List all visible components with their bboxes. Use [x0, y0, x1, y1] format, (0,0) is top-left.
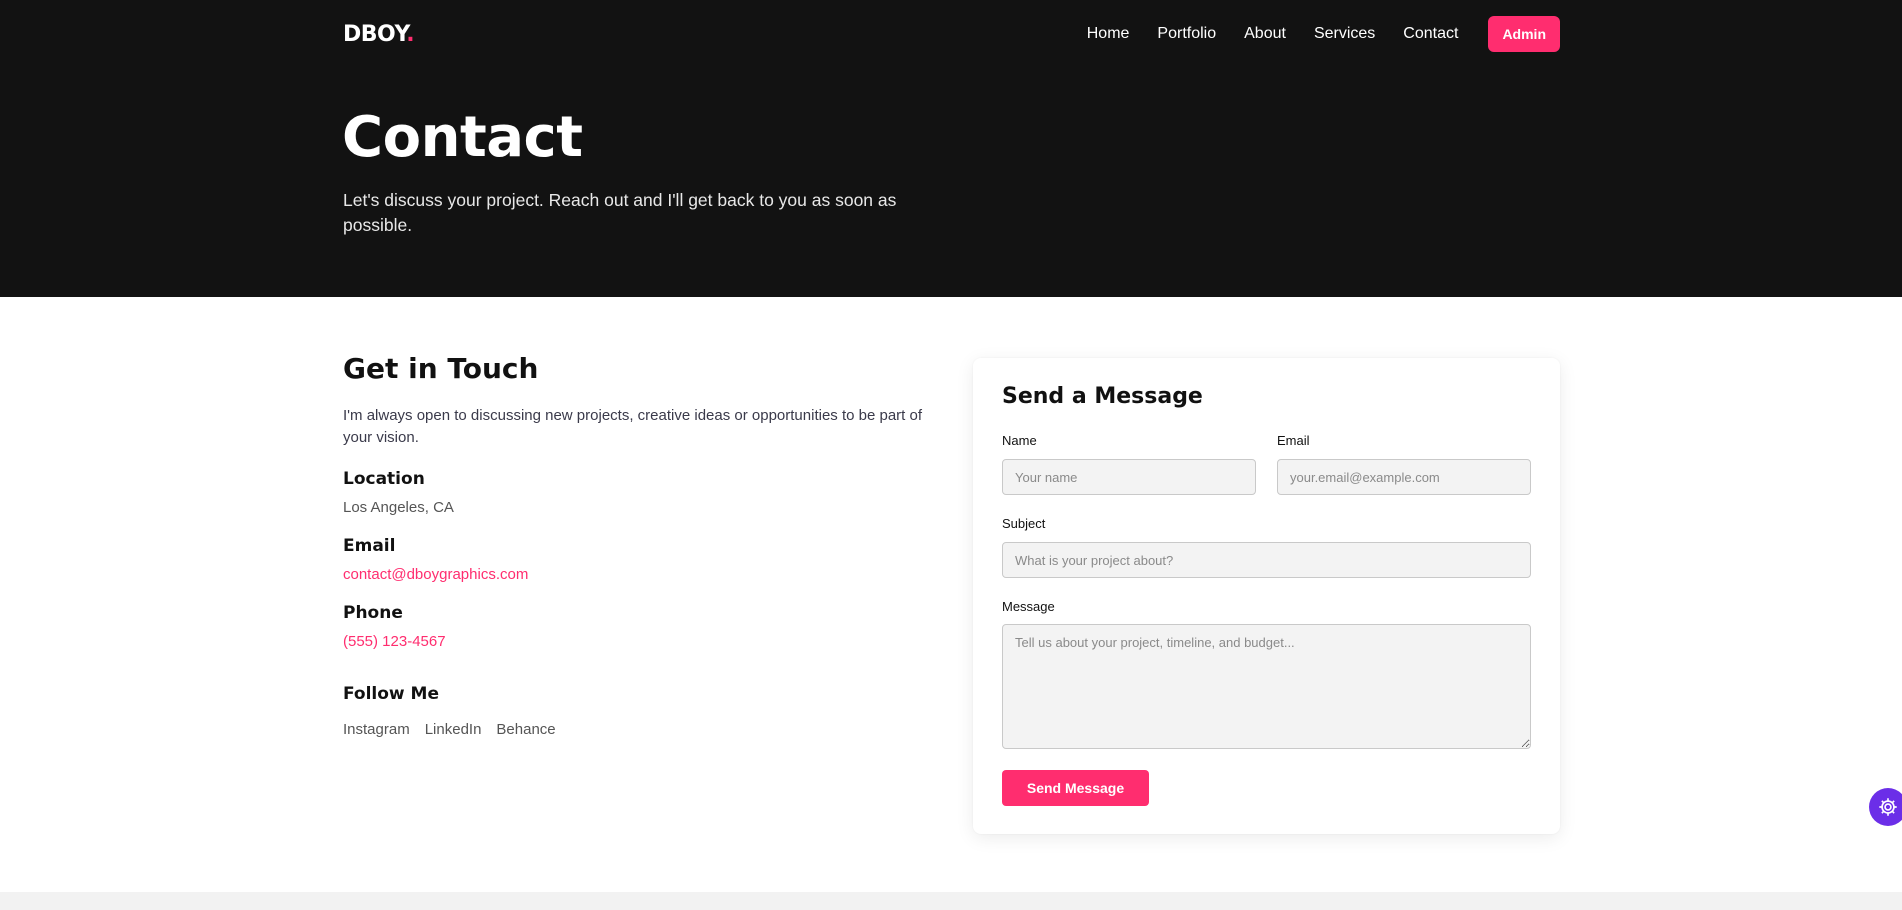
gear-icon [1879, 798, 1897, 816]
hero-section: DBOY. Home Portfolio About Services Cont… [0, 0, 1902, 297]
nav-link-about[interactable]: About [1244, 25, 1286, 43]
form-title: Send a Message [1002, 384, 1203, 409]
location-value: Los Angeles, CA [343, 499, 454, 516]
send-message-button[interactable]: Send Message [1002, 770, 1149, 806]
nav-link-home[interactable]: Home [1087, 25, 1130, 43]
admin-button[interactable]: Admin [1488, 16, 1560, 52]
logo-dot: . [406, 21, 415, 47]
location-label: Location [343, 469, 425, 489]
settings-fab[interactable] [1869, 788, 1902, 826]
follow-me-label: Follow Me [343, 684, 440, 704]
page-title: Contact [342, 105, 583, 170]
message-label: Message [1002, 599, 1055, 614]
social-links: Instagram LinkedIn Behance [343, 721, 933, 738]
page-subtitle: Let's discuss your project. Reach out an… [343, 190, 897, 235]
email-link[interactable]: contact@dboygraphics.com [343, 566, 933, 583]
subject-label: Subject [1002, 516, 1046, 531]
contact-info: Get in Touch I'm always open to discussi… [343, 352, 933, 738]
social-link-instagram[interactable]: Instagram [343, 721, 410, 738]
email-label: Email [343, 536, 396, 556]
nav-link-contact[interactable]: Contact [1403, 25, 1458, 43]
contact-form: Send a Message Name Email Subject Messag… [973, 358, 1560, 834]
subject-input[interactable] [1002, 542, 1531, 578]
logo-text: DBOY [343, 21, 407, 47]
phone-link[interactable]: (555) 123-4567 [343, 633, 933, 650]
name-label: Name [1002, 433, 1037, 448]
email-field-label: Email [1277, 433, 1310, 448]
phone-label: Phone [343, 603, 403, 623]
message-textarea[interactable] [1002, 624, 1531, 749]
social-link-behance[interactable]: Behance [496, 721, 555, 738]
nav-link-portfolio[interactable]: Portfolio [1157, 25, 1216, 43]
name-input[interactable] [1002, 459, 1256, 495]
nav-link-services[interactable]: Services [1314, 25, 1375, 43]
social-link-linkedin[interactable]: LinkedIn [425, 721, 482, 738]
footer-strip [0, 892, 1902, 910]
get-in-touch-description: I'm always open to discussing new projec… [343, 407, 923, 446]
logo[interactable]: DBOY. [343, 21, 415, 47]
nav-links: Home Portfolio About Services Contact Ad… [1059, 16, 1560, 52]
email-input[interactable] [1277, 459, 1531, 495]
top-nav: DBOY. Home Portfolio About Services Cont… [343, 0, 1560, 68]
get-in-touch-title: Get in Touch [343, 352, 539, 385]
